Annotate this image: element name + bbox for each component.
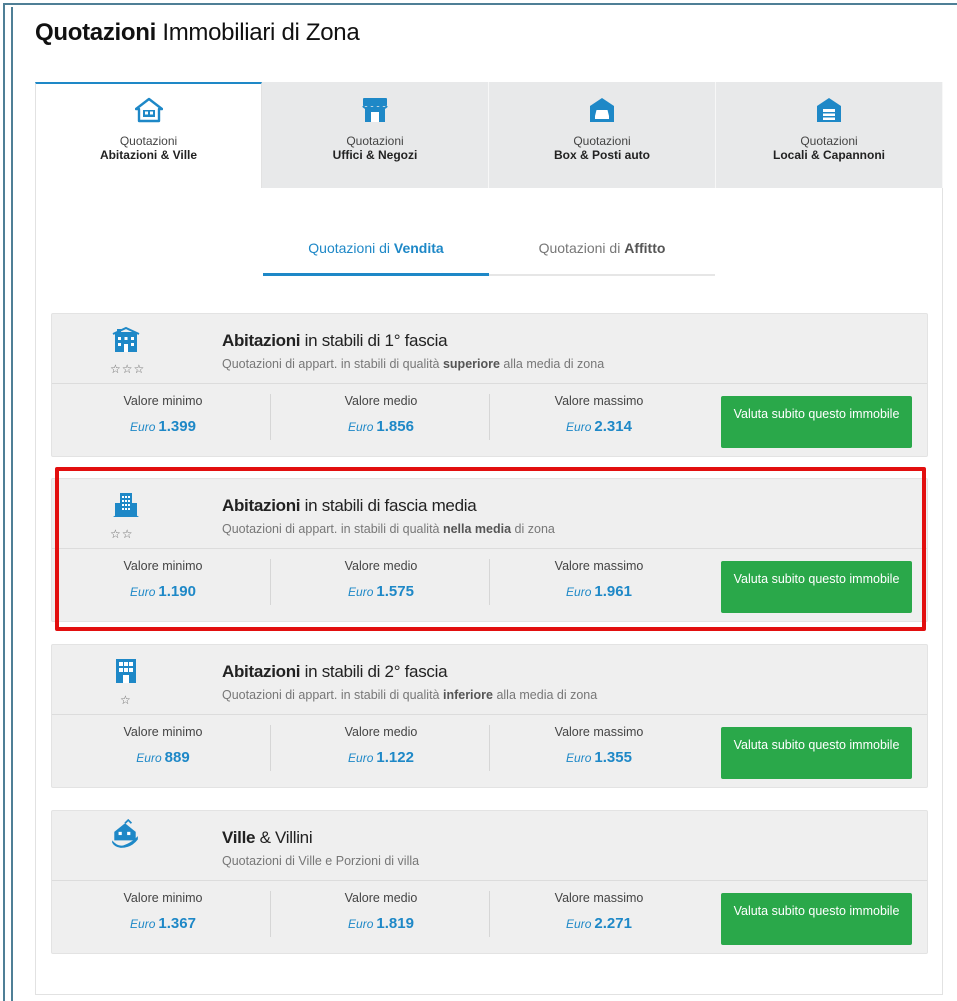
tab-box-posti-auto[interactable]: Quotazioni Box & Posti auto xyxy=(489,82,716,188)
card-subtitle: Quotazioni di appart. in stabili di qual… xyxy=(222,688,598,702)
building-icon xyxy=(116,659,136,683)
rating-stars: ☆☆ xyxy=(110,527,134,541)
valuta-immobile-button[interactable]: Valuta subito questo immobile xyxy=(721,727,912,779)
card-header: Ville & Villini Quotazioni di Ville e Po… xyxy=(52,811,927,881)
valuta-immobile-button[interactable]: Valuta subito questo immobile xyxy=(721,396,912,448)
transaction-subtabs: Quotazioni di Vendita Quotazioni di Affi… xyxy=(263,232,715,276)
tab-label-line2: Uffici & Negozi xyxy=(332,148,418,162)
card-header: ☆☆ Abitazioni in stabili di fascia media… xyxy=(52,479,927,549)
card-values: Valore minimo Euro 1.190 Valore medio Euro 1… xyxy=(52,549,927,623)
value-min: Valore minimo Euro 1.399 xyxy=(123,394,203,435)
page-title: Quotazioni Immobiliari di Zona xyxy=(35,19,360,46)
car-garage-icon xyxy=(590,98,614,122)
tab-uffici-negozi[interactable]: Quotazioni Uffici & Negozi xyxy=(262,82,489,188)
card-values: Valore minimo Euro 1.367 Valore medio Euro 1… xyxy=(52,881,927,955)
mansion-icon xyxy=(112,326,140,352)
warehouse-icon xyxy=(817,98,841,122)
value-min: Valore minimo Euro 889 xyxy=(123,725,203,766)
tab-label-line2: Abitazioni & Ville xyxy=(99,148,198,162)
tab-locali-capannoni[interactable]: Quotazioni Locali & Capannoni xyxy=(716,82,943,188)
shop-icon xyxy=(362,98,388,122)
valuta-immobile-button[interactable]: Valuta subito questo immobile xyxy=(721,893,912,945)
value-avg: Valore medio Euro 1.575 xyxy=(344,559,418,600)
card-values: Valore minimo Euro 889 Valore medio Euro 1.1… xyxy=(52,715,927,789)
category-tabs: Quotazioni Abitazioni & Ville Quotazioni… xyxy=(35,82,943,188)
tab-label-line2: Locali & Capannoni xyxy=(772,148,885,162)
card-subtitle: Quotazioni di Ville e Porzioni di villa xyxy=(222,854,420,868)
card-header: ☆ Abitazioni in stabili di 2° fascia Quo… xyxy=(52,645,927,715)
value-max: Valore massimo Euro 1.355 xyxy=(554,725,644,766)
card-values: Valore minimo Euro 1.399 Valore medio Euro 1… xyxy=(52,384,927,458)
card-header: ☆☆☆ Abitazioni in stabili di 1° fascia Q… xyxy=(52,314,927,384)
rating-stars: ☆ xyxy=(120,693,132,707)
subtab-affitto[interactable]: Quotazioni di Affitto xyxy=(489,232,715,274)
valuta-immobile-button[interactable]: Valuta subito questo immobile xyxy=(721,561,912,613)
quote-card-1-fascia: ☆☆☆ Abitazioni in stabili di 1° fascia Q… xyxy=(51,313,928,457)
card-subtitle: Quotazioni di appart. in stabili di qual… xyxy=(222,522,555,536)
value-max: Valore massimo Euro 2.271 xyxy=(554,891,644,932)
tab-abitazioni-ville[interactable]: Quotazioni Abitazioni & Ville xyxy=(35,82,262,188)
card-title: Abitazioni in stabili di 2° fascia xyxy=(222,662,448,681)
rating-stars: ☆☆☆ xyxy=(110,362,146,376)
value-min: Valore minimo Euro 1.367 xyxy=(123,891,203,932)
tab-label-line1: Quotazioni xyxy=(119,134,178,148)
house-icon xyxy=(134,97,163,123)
tab-label-line1: Quotazioni xyxy=(800,134,858,148)
value-max: Valore massimo Euro 2.314 xyxy=(554,394,644,435)
tab-label-line1: Quotazioni xyxy=(346,134,404,148)
villa-hand-icon xyxy=(112,819,138,848)
value-avg: Valore medio Euro 1.819 xyxy=(344,891,418,932)
subtab-vendita[interactable]: Quotazioni di Vendita xyxy=(263,232,489,276)
card-title: Abitazioni in stabili di 1° fascia xyxy=(222,331,448,350)
value-avg: Valore medio Euro 1.856 xyxy=(344,394,418,435)
card-title: Abitazioni in stabili di fascia media xyxy=(222,496,477,515)
value-max: Valore massimo Euro 1.961 xyxy=(554,559,644,600)
card-title: Ville & Villini xyxy=(222,828,313,847)
value-min: Valore minimo Euro 1.190 xyxy=(123,559,203,600)
quote-card-ville: Ville & Villini Quotazioni di Ville e Po… xyxy=(51,810,928,954)
tab-label-line1: Quotazioni xyxy=(573,134,631,148)
value-avg: Valore medio Euro 1.122 xyxy=(344,725,418,766)
quote-card-2-fascia: ☆ Abitazioni in stabili di 2° fascia Quo… xyxy=(51,644,928,788)
apartment-block-icon xyxy=(113,493,139,517)
quote-card-fascia-media: ☆☆ Abitazioni in stabili di fascia media… xyxy=(51,478,928,622)
card-subtitle: Quotazioni di appart. in stabili di qual… xyxy=(222,357,605,371)
tab-label-line2: Box & Posti auto xyxy=(553,148,650,162)
